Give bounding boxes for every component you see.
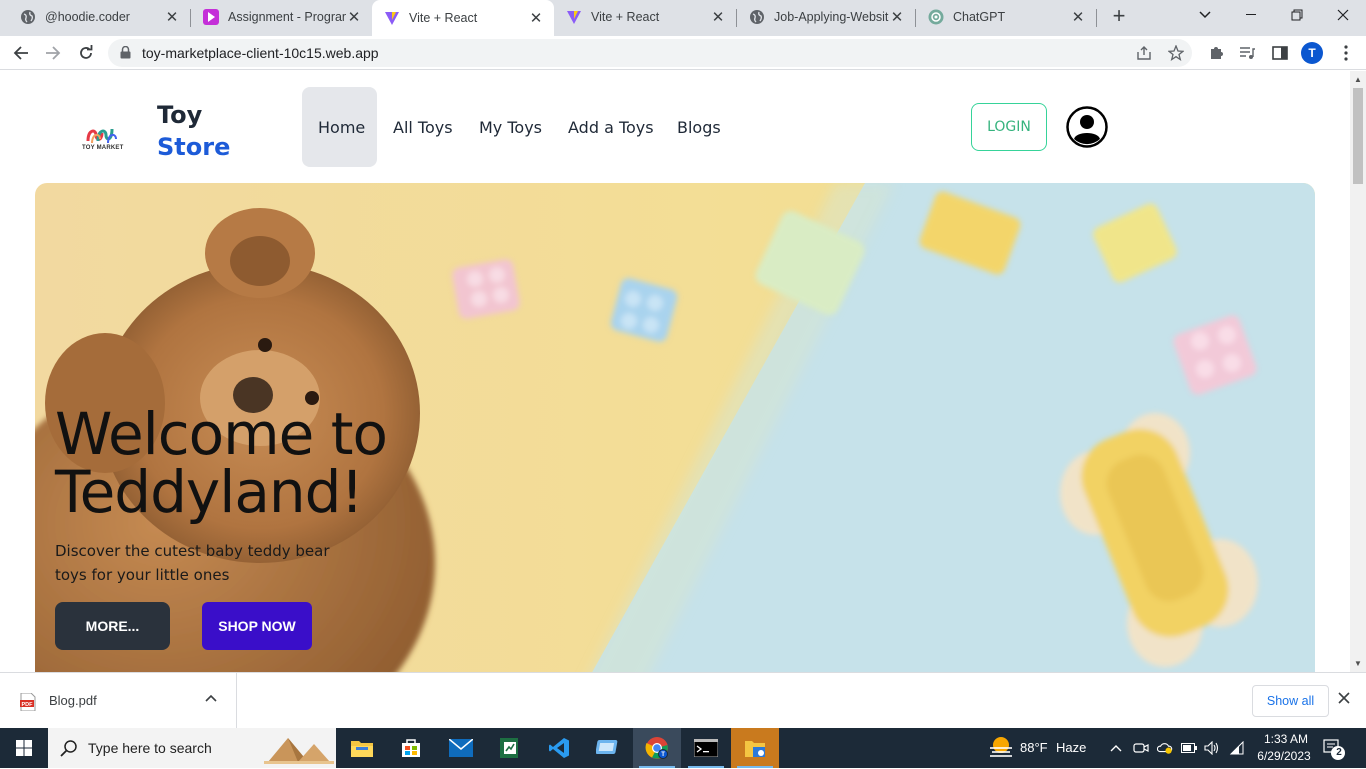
scroll-up-arrow-icon[interactable]: ▲ bbox=[1354, 75, 1362, 84]
bookmark-star-icon[interactable] bbox=[1168, 45, 1184, 61]
clock-time[interactable]: 1:33 AM bbox=[1256, 732, 1316, 746]
brand-line-1: Toy bbox=[157, 101, 203, 129]
brand-line-2: Store bbox=[157, 133, 231, 161]
minimize-icon[interactable] bbox=[1228, 0, 1274, 30]
globe-icon bbox=[749, 9, 765, 25]
back-arrow-icon[interactable] bbox=[9, 41, 33, 65]
nav-add-a-toys[interactable]: Add a Toys bbox=[568, 87, 654, 167]
side-panel-icon[interactable] bbox=[1270, 43, 1290, 63]
tab-job-applying[interactable]: Job-Applying-Website ✕ bbox=[737, 0, 915, 34]
logo-caption: TOY MARKET bbox=[82, 145, 124, 151]
vite-icon bbox=[384, 10, 400, 26]
notification-count: 2 bbox=[1336, 747, 1342, 758]
search-icon bbox=[60, 739, 78, 762]
hero-subtitle: Discover the cutest baby teddy bear toys… bbox=[55, 542, 330, 584]
share-icon[interactable] bbox=[1136, 45, 1152, 61]
remote-desktop-icon[interactable] bbox=[584, 728, 632, 768]
svg-text:PDF: PDF bbox=[22, 702, 34, 708]
extensions-puzzle-icon[interactable] bbox=[1206, 43, 1226, 63]
notification-center-icon[interactable]: 2 bbox=[1318, 734, 1348, 762]
close-icon[interactable]: ✕ bbox=[710, 9, 726, 26]
download-item[interactable]: PDF Blog.pdf bbox=[0, 673, 237, 729]
restore-icon[interactable] bbox=[1274, 0, 1320, 30]
tab-vite-react[interactable]: Vite + React ✕ bbox=[554, 0, 736, 34]
speaker-icon[interactable] bbox=[1204, 740, 1220, 756]
lock-icon[interactable] bbox=[120, 45, 131, 64]
download-file-name: Blog.pdf bbox=[49, 693, 97, 708]
weather-temp[interactable]: 88°F bbox=[1020, 740, 1048, 755]
file-explorer-icon[interactable] bbox=[338, 728, 386, 768]
login-button[interactable]: LOGIN bbox=[971, 103, 1047, 151]
browser-toolbar: toy-marketplace-client-10c15.web.app T bbox=[0, 36, 1366, 70]
programming-hero-icon bbox=[203, 9, 219, 25]
show-hidden-icons-chevron-icon[interactable] bbox=[1108, 740, 1124, 756]
meet-now-icon[interactable] bbox=[1133, 740, 1149, 756]
scroll-down-arrow-icon[interactable]: ▼ bbox=[1354, 659, 1362, 668]
windows-start-icon[interactable] bbox=[0, 728, 48, 768]
close-icon[interactable]: ✕ bbox=[528, 10, 544, 27]
close-icon[interactable]: ✕ bbox=[346, 9, 362, 26]
hero-title: Welcome to Teddyland! bbox=[55, 400, 388, 526]
svg-text:T: T bbox=[661, 752, 665, 758]
wifi-icon[interactable] bbox=[1229, 740, 1245, 756]
close-icon[interactable] bbox=[1338, 691, 1350, 709]
media-queue-icon[interactable] bbox=[1237, 43, 1257, 63]
close-icon[interactable]: ✕ bbox=[1070, 9, 1086, 26]
taskbar-search[interactable]: Type here to search bbox=[48, 728, 336, 768]
reload-icon[interactable] bbox=[74, 41, 98, 65]
forward-arrow-icon[interactable] bbox=[41, 41, 65, 65]
profile-avatar[interactable]: T bbox=[1301, 42, 1323, 64]
nav-home[interactable]: Home bbox=[302, 87, 377, 167]
battery-icon[interactable] bbox=[1181, 740, 1197, 756]
excel-icon[interactable] bbox=[485, 728, 533, 768]
mail-icon[interactable] bbox=[437, 728, 485, 768]
tab-hoodie-coder[interactable]: @hoodie.coder ✕ bbox=[8, 0, 190, 34]
page-scrollbar[interactable]: ▲ ▼ bbox=[1350, 71, 1366, 672]
close-icon[interactable]: ✕ bbox=[164, 9, 180, 26]
clock-date[interactable]: 6/29/2023 bbox=[1252, 749, 1316, 763]
brand-title[interactable]: Toy Store bbox=[157, 99, 230, 163]
vscode-icon[interactable] bbox=[535, 728, 583, 768]
page-viewport: TOY MARKET Toy Store Home All Toys My To… bbox=[0, 71, 1350, 672]
file-manager-app-icon[interactable] bbox=[731, 728, 779, 768]
pdf-file-icon: PDF bbox=[20, 692, 36, 712]
nav-blogs[interactable]: Blogs bbox=[677, 87, 721, 167]
weather-desc[interactable]: Haze bbox=[1056, 740, 1086, 755]
onedrive-warning-icon[interactable] bbox=[1157, 740, 1173, 756]
kebab-menu-icon[interactable] bbox=[1336, 43, 1356, 63]
user-avatar-icon[interactable] bbox=[1066, 106, 1108, 148]
search-highlight-pyramids-icon bbox=[264, 732, 334, 769]
tab-search-chevron-icon[interactable] bbox=[1182, 0, 1228, 30]
globe-icon bbox=[20, 9, 36, 25]
address-bar[interactable]: toy-marketplace-client-10c15.web.app bbox=[108, 39, 1192, 67]
terminal-icon[interactable] bbox=[682, 728, 730, 768]
scroll-thumb[interactable] bbox=[1353, 88, 1363, 184]
tab-separator bbox=[1096, 9, 1097, 27]
microsoft-store-icon[interactable] bbox=[387, 728, 435, 768]
windows-taskbar: Type here to search T 88°F Haze 1:33 AM … bbox=[0, 728, 1366, 768]
chevron-up-icon[interactable] bbox=[205, 691, 217, 705]
new-tab-plus-icon[interactable]: + bbox=[1108, 5, 1130, 28]
toy-market-logo[interactable]: TOY MARKET bbox=[80, 121, 128, 157]
download-bar: PDF Blog.pdf Show all bbox=[0, 672, 1366, 729]
tab-assignment[interactable]: Assignment - Programming Hero ✕ bbox=[191, 0, 372, 34]
more-button[interactable]: MORE... bbox=[55, 602, 170, 650]
url-text[interactable]: toy-marketplace-client-10c15.web.app bbox=[142, 45, 379, 61]
close-icon[interactable]: ✕ bbox=[889, 9, 905, 26]
chatgpt-icon bbox=[928, 9, 944, 25]
browser-tab-strip: @hoodie.coder ✕ Assignment - Programming… bbox=[0, 0, 1366, 36]
hero-banner: Welcome to Teddyland! Discover the cutes… bbox=[35, 183, 1315, 672]
window-close-icon[interactable] bbox=[1320, 0, 1366, 30]
search-placeholder: Type here to search bbox=[88, 740, 212, 756]
nav-all-toys[interactable]: All Toys bbox=[393, 87, 453, 167]
weather-haze-icon[interactable] bbox=[988, 736, 1014, 758]
tab-vite-react-active[interactable]: Vite + React ✕ bbox=[372, 0, 554, 36]
nav-my-toys[interactable]: My Toys bbox=[479, 87, 542, 167]
show-all-button[interactable]: Show all bbox=[1252, 685, 1329, 717]
chrome-icon[interactable]: T bbox=[633, 728, 681, 768]
vite-icon bbox=[566, 9, 582, 25]
tab-chatgpt[interactable]: ChatGPT ✕ bbox=[916, 0, 1096, 34]
shop-now-button[interactable]: SHOP NOW bbox=[202, 602, 312, 650]
